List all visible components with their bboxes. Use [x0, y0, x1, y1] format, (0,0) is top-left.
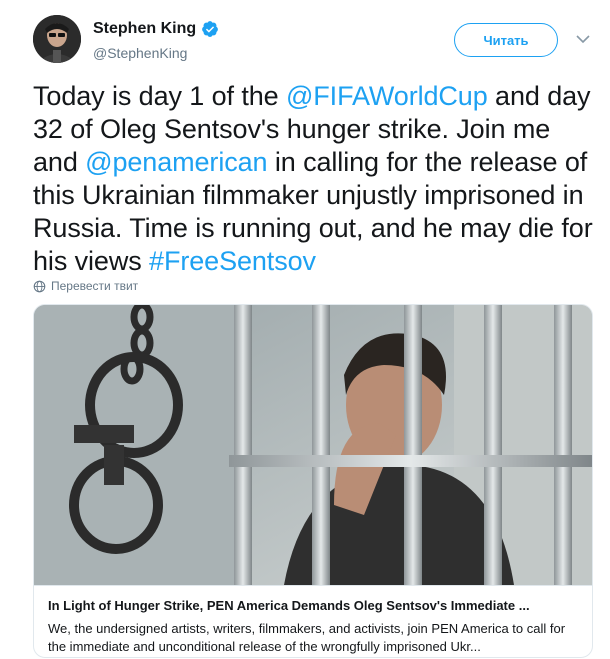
translate-tweet-button[interactable]: Перевести твит [33, 279, 138, 293]
card-body[interactable]: In Light of Hunger Strike, PEN America D… [34, 585, 592, 657]
globe-icon [33, 280, 46, 292]
display-name[interactable]: Stephen King [93, 20, 196, 38]
tweet-text: Today is day 1 of the @FIFAWorldCup and … [33, 80, 593, 278]
card-image[interactable] [34, 305, 592, 585]
chevron-down-icon[interactable] [576, 34, 590, 44]
card-description[interactable]: We, the undersigned artists, writers, fi… [48, 620, 578, 656]
author-name-row[interactable]: Stephen King [93, 20, 219, 38]
translate-label[interactable]: Перевести твит [51, 279, 138, 293]
verified-badge-icon [202, 21, 218, 37]
link-card[interactable]: In Light of Hunger Strike, PEN America D… [33, 304, 593, 658]
mention-penamerican-link[interactable]: @penamerican [85, 147, 267, 177]
author-handle[interactable]: @StephenKing [93, 45, 187, 61]
card-title[interactable]: In Light of Hunger Strike, PEN America D… [48, 597, 578, 615]
hashtag-freesentsov-link[interactable]: #FreeSentsov [149, 246, 316, 276]
tweet-text-segment: Today is day 1 of the [33, 81, 286, 111]
tweet: Stephen King @StephenKing Читать Today i… [0, 0, 610, 659]
avatar[interactable] [33, 15, 81, 63]
follow-button[interactable]: Читать [454, 23, 558, 57]
mention-fifaworldcup-link[interactable]: @FIFAWorldCup [286, 81, 488, 111]
